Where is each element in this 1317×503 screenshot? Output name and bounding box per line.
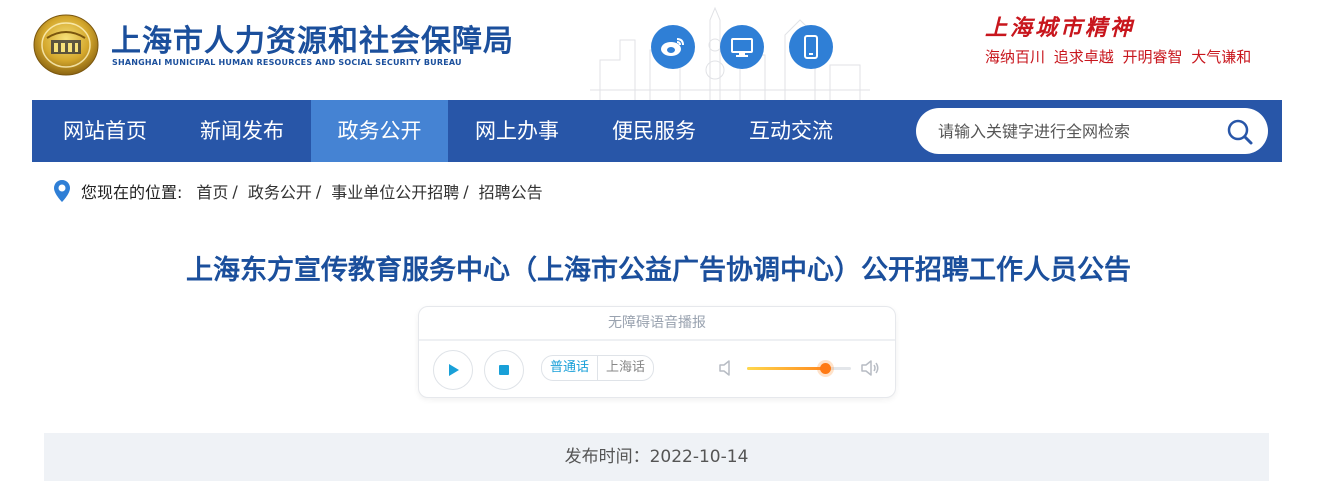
breadcrumb: 您现在的位置: 首页 / 政务公开 / 事业单位公开招聘 / 招聘公告: [53, 178, 543, 204]
city-spirit-title: 上海城市精神: [985, 15, 1136, 41]
nav-item-home[interactable]: 网站首页: [41, 100, 169, 162]
breadcrumb-home[interactable]: 首页: [196, 179, 228, 203]
volume-slider[interactable]: [747, 363, 851, 374]
bureau-logo-emblem[interactable]: [33, 14, 99, 76]
stop-icon: [499, 365, 509, 375]
site-title-english: SHANGHAI MUNICIPAL HUMAN RESOURCES AND S…: [112, 58, 462, 67]
site-header: 上海市人力资源和社会保障局 SHANGHAI MUNICIPAL HUMAN R…: [0, 0, 1317, 100]
publish-time-bar: 发布时间：2022-10-14: [44, 433, 1269, 481]
player-header: 无障碍语音播报: [419, 307, 895, 341]
play-icon: [449, 364, 459, 376]
search-box: [916, 108, 1268, 154]
nav-item-public-services[interactable]: 便民服务: [590, 100, 718, 162]
volume-high-icon[interactable]: [860, 358, 880, 378]
volume-low-icon[interactable]: [717, 358, 737, 378]
stop-button[interactable]: [484, 350, 524, 390]
desktop-icon[interactable]: [720, 25, 764, 69]
breadcrumb-recruitment-notice[interactable]: 招聘公告: [479, 179, 543, 203]
lang-shanghainese-button[interactable]: 上海话: [598, 356, 653, 380]
search-input[interactable]: [938, 108, 1208, 154]
nav-item-interaction[interactable]: 互动交流: [727, 100, 855, 162]
main-nav: 网站首页 新闻发布 政务公开 网上办事 便民服务 互动交流: [32, 100, 1282, 162]
volume-slider-handle[interactable]: [820, 363, 831, 374]
language-selector: 普通话 上海话: [541, 355, 655, 381]
lang-mandarin-button[interactable]: 普通话: [542, 356, 599, 380]
publish-time: 发布时间：2022-10-14: [564, 447, 749, 467]
breadcrumb-public-recruitment[interactable]: 事业单位公开招聘: [331, 179, 459, 203]
breadcrumb-separator: /: [463, 181, 469, 201]
play-button[interactable]: [433, 350, 473, 390]
volume-slider-fill: [747, 367, 825, 370]
breadcrumb-separator: /: [232, 181, 238, 201]
breadcrumb-government-affairs[interactable]: 政务公开: [248, 179, 312, 203]
location-pin-icon: [54, 180, 70, 202]
site-title[interactable]: 上海市人力资源和社会保障局: [111, 16, 514, 60]
mobile-icon[interactable]: [789, 25, 833, 69]
accessibility-audio-player: 无障碍语音播报 普通话 上海话: [418, 306, 896, 398]
weibo-icon[interactable]: [651, 25, 695, 69]
city-spirit-motto: 海纳百川 追求卓越 开明睿智 大气谦和: [985, 48, 1252, 66]
nav-item-online-services[interactable]: 网上办事: [453, 100, 581, 162]
search-icon[interactable]: [1226, 118, 1254, 146]
breadcrumb-label: 您现在的位置:: [81, 183, 183, 202]
nav-item-government-affairs[interactable]: 政务公开: [311, 100, 448, 162]
article-title: 上海东方宣传教育服务中心（上海市公益广告协调中心）公开招聘工作人员公告: [186, 255, 1131, 286]
breadcrumb-separator: /: [315, 181, 322, 201]
nav-item-news[interactable]: 新闻发布: [178, 100, 306, 162]
